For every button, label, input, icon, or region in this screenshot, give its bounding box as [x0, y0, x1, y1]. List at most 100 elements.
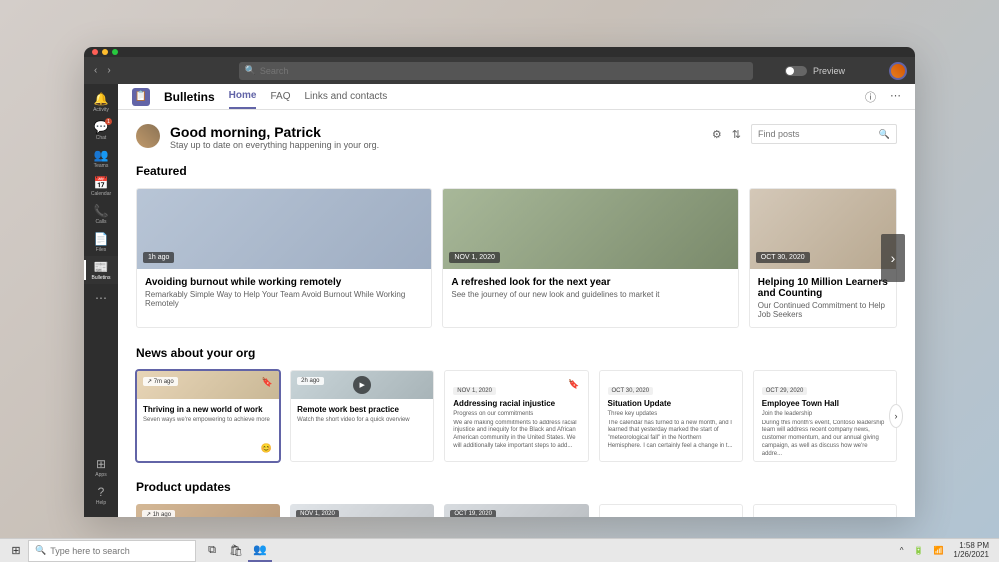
date-badge: 1h ago	[143, 252, 174, 263]
time-badge: ↗ 7m ago	[143, 377, 178, 386]
sidebar-item-teams[interactable]: 👥Teams	[84, 144, 118, 172]
store-button[interactable]: 🛍	[224, 540, 248, 562]
calendar-icon: 📅	[94, 176, 109, 190]
card-subtitle: See the journey of our new look and guid…	[451, 290, 729, 299]
product-card[interactable]: NOV 1, 2020▶	[290, 504, 434, 517]
reaction-badge[interactable]: 😊	[259, 441, 273, 455]
teams-icon: 👥	[94, 148, 109, 162]
back-button[interactable]: ‹	[94, 65, 97, 76]
product-card[interactable]: OCT 19, 2020▶	[444, 504, 588, 517]
featured-heading: Featured	[136, 164, 897, 178]
global-search[interactable]: 🔍	[239, 62, 753, 80]
scroll-right-button[interactable]: ›	[881, 234, 905, 282]
search-icon[interactable]: 🔍	[879, 129, 890, 140]
search-icon: 🔍	[245, 65, 256, 76]
greeting-title: Good morning, Patrick	[170, 124, 379, 140]
sidebar-item-bulletins[interactable]: 📰Bulletins	[84, 256, 118, 284]
featured-card[interactable]: NOV 1, 2020 A refreshed look for the nex…	[442, 188, 738, 328]
phone-icon: 📞	[94, 204, 109, 218]
sidebar-item-calls[interactable]: 📞Calls	[84, 200, 118, 228]
date-badge: OCT 30, 2020	[756, 252, 810, 263]
search-icon: 🔍	[35, 545, 46, 556]
scroll-right-button[interactable]: ›	[889, 404, 903, 428]
featured-card[interactable]: 1h ago Avoiding burnout while working re…	[136, 188, 432, 328]
bell-icon: 🔔	[94, 92, 109, 106]
news-heading: News about your org	[136, 346, 897, 360]
help-icon: ?	[98, 485, 105, 499]
news-card[interactable]: OCT 30, 2020 Situation UpdateThree key u…	[599, 370, 743, 462]
battery-icon[interactable]: 🔋	[913, 546, 923, 555]
wifi-icon[interactable]: 📶	[933, 546, 943, 555]
news-card[interactable]: 2h ago▶ Remote work best practiceWatch t…	[290, 370, 434, 462]
play-button-icon[interactable]: ▶	[353, 376, 371, 394]
sidebar-item-help[interactable]: ?Help	[95, 481, 106, 509]
date-badge: OCT 19, 2020	[450, 510, 496, 517]
news-card[interactable]: ↗ 7m ago🔖 Thriving in a new world of wor…	[136, 370, 280, 462]
products-heading: Product updates	[136, 480, 897, 494]
user-avatar[interactable]	[889, 62, 907, 80]
filter-icon[interactable]: ⚙	[712, 128, 722, 141]
chat-badge: 1	[105, 118, 112, 125]
sidebar-item-more[interactable]: ⋯	[84, 284, 118, 312]
bookmark-icon[interactable]: 🔖	[568, 379, 579, 390]
card-subtitle: Remarkably Simple Way to Help Your Team …	[145, 290, 423, 308]
tab-faq[interactable]: FAQ	[270, 85, 290, 108]
bookmark-icon[interactable]: 🔖	[262, 377, 273, 388]
app-name: Bulletins	[164, 90, 215, 104]
preview-toggle[interactable]	[785, 66, 807, 76]
find-posts-box[interactable]: 🔍	[751, 124, 897, 144]
close-dot[interactable]	[92, 49, 98, 55]
find-posts-input[interactable]	[758, 129, 879, 139]
start-button[interactable]: ⊞	[4, 540, 28, 562]
tab-links[interactable]: Links and contacts	[304, 85, 387, 108]
apps-icon: ⊞	[96, 457, 106, 471]
sort-icon[interactable]: ⇅	[732, 128, 741, 141]
greeting-avatar	[136, 124, 160, 148]
card-title: Employee Town Hall	[762, 399, 888, 409]
time-badge: 2h ago	[297, 377, 323, 385]
taskbar-search-input[interactable]	[50, 546, 189, 556]
card-subtitle: Seven ways we're empowering to achieve m…	[143, 417, 273, 423]
card-title: Remote work best practice	[297, 405, 427, 415]
news-card[interactable]: NOV 1, 2020 🔖 Addressing racial injustice…	[444, 370, 588, 462]
card-title: Avoiding burnout while working remotely	[145, 277, 423, 288]
date-badge: NOV 1, 2020	[296, 510, 339, 517]
date-badge: NOV 1, 2020	[453, 387, 496, 395]
card-title: A refreshed look for the next year	[451, 277, 729, 288]
sidebar-item-activity[interactable]: 🔔Activity	[84, 88, 118, 116]
time-badge: ↗ 1h ago	[142, 510, 175, 517]
more-menu-icon[interactable]: ⋯	[890, 89, 901, 105]
card-text: During this month's event, Contoso leade…	[762, 420, 888, 459]
tab-home[interactable]: Home	[229, 84, 257, 109]
sidebar-item-apps[interactable]: ⊞Apps	[95, 453, 106, 481]
card-subtitle: Join the leadership	[762, 411, 888, 417]
teams-taskbar-button[interactable]: 👥	[248, 540, 272, 562]
date-badge: NOV 1, 2020	[449, 252, 499, 263]
preview-label: Preview	[813, 66, 845, 76]
news-card[interactable]: OCT 29, 2020 Employee Town Hall Join the …	[753, 370, 897, 462]
product-card[interactable]: OCT 15, 2020 Defining what's next for Co…	[599, 504, 743, 517]
card-subtitle: Three key updates	[608, 411, 734, 417]
info-icon[interactable]: ⓘ	[865, 89, 876, 105]
system-clock[interactable]: 1:58 PM 1/26/2021	[953, 542, 995, 560]
tray-chevron-icon[interactable]: ^	[900, 546, 904, 555]
task-view-button[interactable]: ⧉	[200, 540, 224, 562]
files-icon: 📄	[94, 232, 109, 246]
minimize-dot[interactable]	[102, 49, 108, 55]
featured-card[interactable]: OCT 30, 2020 Helping 10 Million Learners…	[749, 188, 897, 328]
maximize-dot[interactable]	[112, 49, 118, 55]
card-title: Helping 10 Million Learners and Counting	[758, 277, 888, 299]
product-card[interactable]: OCT 1, 2020 What's new in OctoberFive pr…	[753, 504, 897, 517]
sidebar-item-chat[interactable]: 💬Chat1	[84, 116, 118, 144]
card-title: Addressing racial injustice	[453, 399, 579, 409]
card-text: We are making commitments to address rac…	[453, 420, 579, 451]
forward-button[interactable]: ›	[107, 65, 110, 76]
sidebar-item-calendar[interactable]: 📅Calendar	[84, 172, 118, 200]
search-input[interactable]	[260, 66, 747, 76]
bulletins-icon: 📰	[94, 260, 109, 274]
date-badge: OCT 30, 2020	[608, 387, 654, 395]
taskbar-search[interactable]: 🔍	[28, 540, 196, 562]
date-badge: OCT 29, 2020	[762, 387, 808, 395]
product-card[interactable]: ↗ 1h ago	[136, 504, 280, 517]
sidebar-item-files[interactable]: 📄Files	[84, 228, 118, 256]
